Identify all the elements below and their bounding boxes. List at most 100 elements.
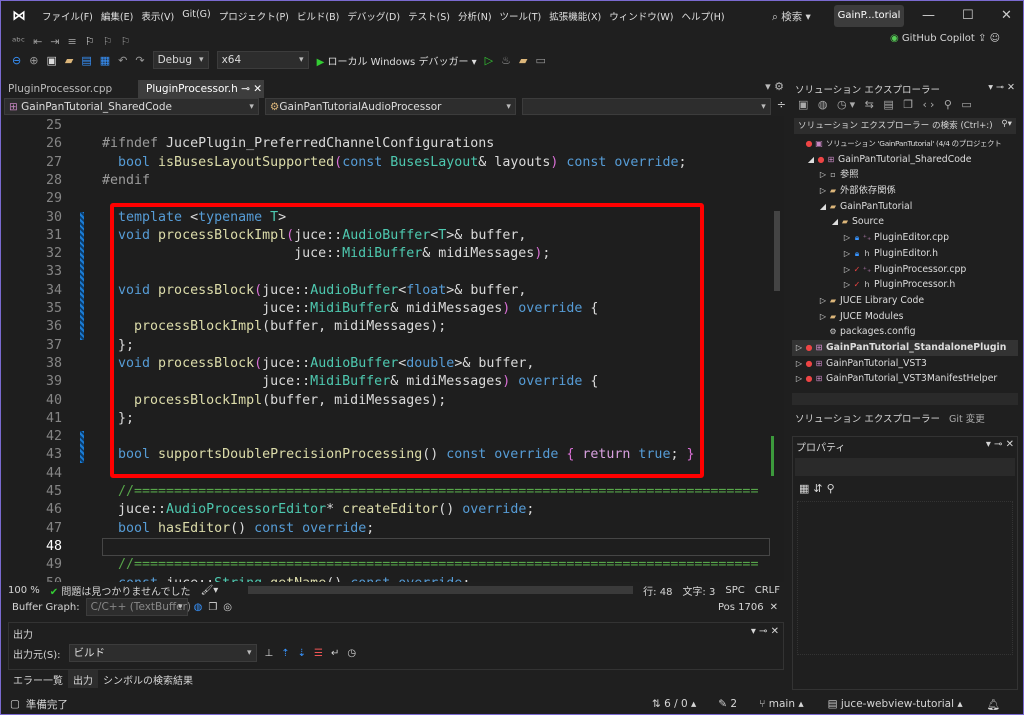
expand-icon[interactable]: ▷ [818,309,828,325]
save-icon[interactable]: ▤ [81,54,91,67]
feedback-icon[interactable]: ☺ [990,33,1000,44]
menu-item[interactable]: デバッグ(D) [347,9,400,23]
tree-item[interactable]: ▷ ● ⊞ GainPanTutorial_StandalonePlugin [792,339,1018,356]
buffer-graph-select[interactable]: C/C++ (TextBuffer) [85,598,191,616]
tree-item[interactable]: ▷ 🔒︎ h PluginEditor.h [792,246,1018,262]
close-tab-icon[interactable]: ✕ [253,83,262,95]
share-icon[interactable]: ⇪ [978,33,986,44]
menu-item[interactable]: ウィンドウ(W) [609,9,673,23]
tree-item[interactable]: ▷ ✓ h PluginProcessor.h [792,277,1018,293]
tree-item[interactable]: ▷ ▰ 外部依存関係 [792,183,1018,199]
redo-icon[interactable]: ↷ [135,54,144,67]
categorized-icon[interactable]: ▦ [799,482,813,495]
collapse-icon[interactable]: ◢ [818,199,828,215]
menu-item[interactable]: プロジェクト(P) [219,9,289,23]
expand-icon[interactable]: ▷ [794,340,804,356]
tree-item[interactable]: ▷ 🔒︎ ⁺₊ PluginEditor.cpp [792,230,1018,246]
start-debugging-button[interactable]: ▶ ローカル Windows デバッガー ▾ [317,53,477,68]
tree-item[interactable]: ◢ ▰ GainPanTutorial [792,199,1018,215]
tab-error-list[interactable]: エラー一覧 [8,670,68,688]
tree-item[interactable]: ◢ ▰ Source [792,214,1018,230]
spellcheck-icon[interactable]: ᵃᵇᶜ [12,35,25,48]
expand-icon[interactable]: ▷ [842,262,852,278]
output-icon[interactable]: ▢ [0,698,20,710]
properties-toolbar[interactable]: ▦⇵⚲ [793,478,1017,499]
bookmark-icon[interactable]: ⚐ [85,35,95,48]
tree-item[interactable]: ▷ ▰ JUCE Modules [792,309,1018,325]
configuration-select[interactable]: Debug [152,51,209,69]
open-folder-icon[interactable]: ▰ [65,54,73,67]
expand-icon[interactable]: ▷ [842,230,852,246]
menu-item[interactable]: 拡張機能(X) [549,9,601,23]
menu-item[interactable]: ビルド(B) [297,9,339,23]
branch-indicator[interactable]: ⑂ main ▴ [759,698,804,710]
start-without-debugging-icon[interactable]: ▷ [485,54,493,67]
collapse-icon[interactable]: ◢ [806,152,816,168]
solution-search-input[interactable]: ソリューション エクスプローラー の検索 (Ctrl+:) ⚲▾ [794,118,1016,134]
expand-icon[interactable]: ▷ [794,356,804,372]
expand-icon[interactable]: ▷ [818,183,828,199]
scope-select[interactable]: ⚙GainPanTutorialAudioProcessor [264,98,516,115]
menu-item[interactable]: ツール(T) [500,9,542,23]
property-pages-icon[interactable]: ⚲ [827,482,839,495]
tree-item[interactable]: ▷ ▰ JUCE Library Code [792,293,1018,309]
forward-icon[interactable]: ⊕ [29,54,38,67]
properties-controls[interactable]: ▾ ⊸ ✕ [986,439,1014,454]
timestamp-icon[interactable]: ◷ [347,648,356,659]
hot-reload-icon[interactable]: ♨ [501,54,511,67]
split-icon[interactable]: ÷ [777,98,786,116]
bookmark-prev-icon[interactable]: ⚐ [103,35,113,48]
tab-plugin-processor-cpp[interactable]: PluginProcessor.cpp [0,80,132,98]
issues-indicator[interactable]: ✔ 問題は見つかりませんでした [50,583,191,598]
tree-item[interactable]: ▷ ● ⊞ GainPanTutorial_VST3ManifestHelper [792,371,1018,387]
find-in-files-icon[interactable]: ▰ [519,54,527,67]
menu-item[interactable]: テスト(S) [408,9,450,23]
prev-message-icon[interactable]: ⇡ [281,648,289,659]
cleanup-icon[interactable]: 🖌▾ [201,585,219,596]
pin-icon[interactable]: ⊸ [241,83,250,95]
solution-explorer-controls[interactable]: ▾ ⊸ ✕ [988,82,1015,94]
collapse-icon[interactable]: ◢ [830,214,840,230]
tree-item[interactable]: ◢ ● ⊞ GainPanTutorial_SharedCode [792,152,1018,168]
alphabetical-icon[interactable]: ⇵ [813,482,826,495]
tree-horizontal-scrollbar[interactable] [792,393,1018,405]
platform-select[interactable]: x64 [216,51,309,69]
expand-icon[interactable]: ▷ [842,246,852,262]
expand-icon[interactable]: ▷ [818,293,828,309]
output-source-select[interactable]: ビルド [68,644,257,662]
tab-plugin-processor-h[interactable]: PluginProcessor.h ⊸ ✕ [138,80,264,98]
menu-item[interactable]: 編集(E) [101,9,133,23]
next-message-icon[interactable]: ⇣ [298,648,306,659]
output-panel-controls[interactable]: ▾ ⊸ ✕ [751,626,779,641]
sync-indicator[interactable]: ⇅ 6 / 0 ▴ [652,698,696,710]
close-buffer-graph-icon[interactable]: ✕ [770,602,784,613]
zoom-select[interactable]: 100 % [8,585,40,596]
menu-item[interactable]: ファイル(F) [42,9,93,23]
menu-item[interactable]: 分析(N) [458,9,492,23]
back-icon[interactable]: ⊖ [12,54,21,67]
menu-item[interactable]: 表示(V) [141,9,174,23]
search-button[interactable]: ⌕ 検索 ▾ [772,9,811,24]
undo-icon[interactable]: ↶ [118,54,127,67]
maximize-button[interactable]: ☐ [962,8,974,23]
solution-name-badge[interactable]: GainP...torial [834,5,904,27]
expand-icon[interactable]: ▷ [818,167,828,183]
tree-item[interactable]: ▷ ● ⊞ GainPanTutorial_VST3 [792,356,1018,372]
menu-item[interactable]: Git(G) [182,9,211,23]
github-copilot-button[interactable]: ◉ GitHub Copilot ⇪ ☺ [890,33,1000,44]
horizontal-scrollbar[interactable] [248,586,634,594]
menu-item[interactable]: ヘルプ(H) [682,9,725,23]
tab-git-changes[interactable]: Git 変更 [943,409,991,427]
new-project-icon[interactable]: ▣ [46,54,56,67]
expand-icon[interactable]: ▷ [842,277,852,293]
project-select[interactable]: ⊞ GainPanTutorial_SharedCode [4,98,259,115]
whitespace-indicator[interactable]: SPC [725,585,744,596]
line-ending-indicator[interactable]: CRLF [755,585,784,596]
tab-settings-icon[interactable]: ▾ ⚙ [765,80,790,98]
scrollbar-thumb[interactable] [774,211,780,291]
save-all-icon[interactable]: ▦ [100,54,110,67]
tab-output[interactable]: 出力 [68,670,98,688]
tab-solution-explorer[interactable]: ソリューション エクスプローラー [792,409,944,427]
tree-item[interactable]: ▷ ✓ ⁺₊ PluginProcessor.cpp [792,262,1018,278]
window-layout-icon[interactable]: ▭ [535,54,545,67]
